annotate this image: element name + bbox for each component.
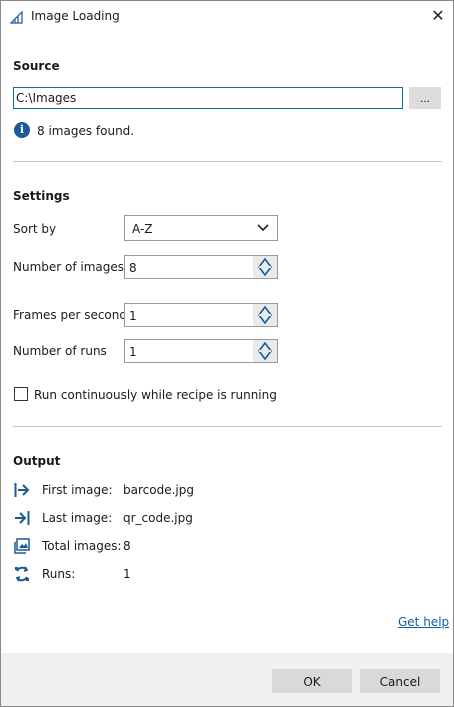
get-help-link[interactable]: Get help <box>398 615 449 629</box>
source-path-input[interactable]: C:\Images <box>13 87 403 109</box>
app-icon <box>10 10 23 24</box>
total-images-value: 8 <box>123 539 131 553</box>
num-images-stepper[interactable]: 8 <box>124 255 278 279</box>
dialog-window: Image Loading ✕ Source C:\Images ... i 8… <box>0 0 454 707</box>
total-images-label: Total images: <box>42 539 122 553</box>
run-continuously-checkbox[interactable] <box>14 387 28 401</box>
last-image-icon <box>15 511 30 525</box>
last-image-label: Last image: <box>42 511 113 525</box>
images-found-text: 8 images found. <box>37 124 135 138</box>
stepper-arrows-icon[interactable] <box>253 256 277 278</box>
title-bar[interactable]: Image Loading ✕ <box>1 1 453 33</box>
divider <box>13 426 442 427</box>
run-continuously-label[interactable]: Run continuously while recipe is running <box>34 388 277 402</box>
settings-heading: Settings <box>13 189 70 203</box>
stepper-arrows-icon[interactable] <box>253 304 277 326</box>
num-images-value: 8 <box>129 261 137 275</box>
runs-value: 1 <box>123 567 131 581</box>
sort-by-select[interactable]: A-Z <box>124 215 278 241</box>
window-title: Image Loading <box>31 9 120 23</box>
first-image-label: First image: <box>42 483 113 497</box>
divider <box>13 161 442 162</box>
first-image-value: barcode.jpg <box>123 483 194 497</box>
num-images-label: Number of images <box>13 260 125 274</box>
num-runs-stepper[interactable]: 1 <box>124 339 278 363</box>
source-heading: Source <box>13 59 60 73</box>
chevron-down-icon <box>257 224 269 232</box>
ok-button[interactable]: OK <box>272 669 352 693</box>
info-icon: i <box>14 122 30 138</box>
runs-label: Runs: <box>42 567 76 581</box>
num-runs-label: Number of runs <box>13 344 107 358</box>
stepper-arrows-icon[interactable] <box>253 340 277 362</box>
first-image-icon <box>14 483 30 497</box>
fps-label: Frames per second <box>13 308 127 322</box>
close-icon[interactable]: ✕ <box>429 7 447 25</box>
sort-by-value: A-Z <box>132 222 153 236</box>
runs-icon <box>15 566 29 582</box>
browse-button[interactable]: ... <box>409 87 441 109</box>
cancel-button[interactable]: Cancel <box>360 669 440 693</box>
sort-by-label: Sort by <box>13 222 57 236</box>
fps-value: 1 <box>129 309 137 323</box>
output-heading: Output <box>13 454 61 468</box>
last-image-value: qr_code.jpg <box>123 511 193 525</box>
fps-stepper[interactable]: 1 <box>124 303 278 327</box>
num-runs-value: 1 <box>129 345 137 359</box>
total-images-icon <box>14 538 30 554</box>
